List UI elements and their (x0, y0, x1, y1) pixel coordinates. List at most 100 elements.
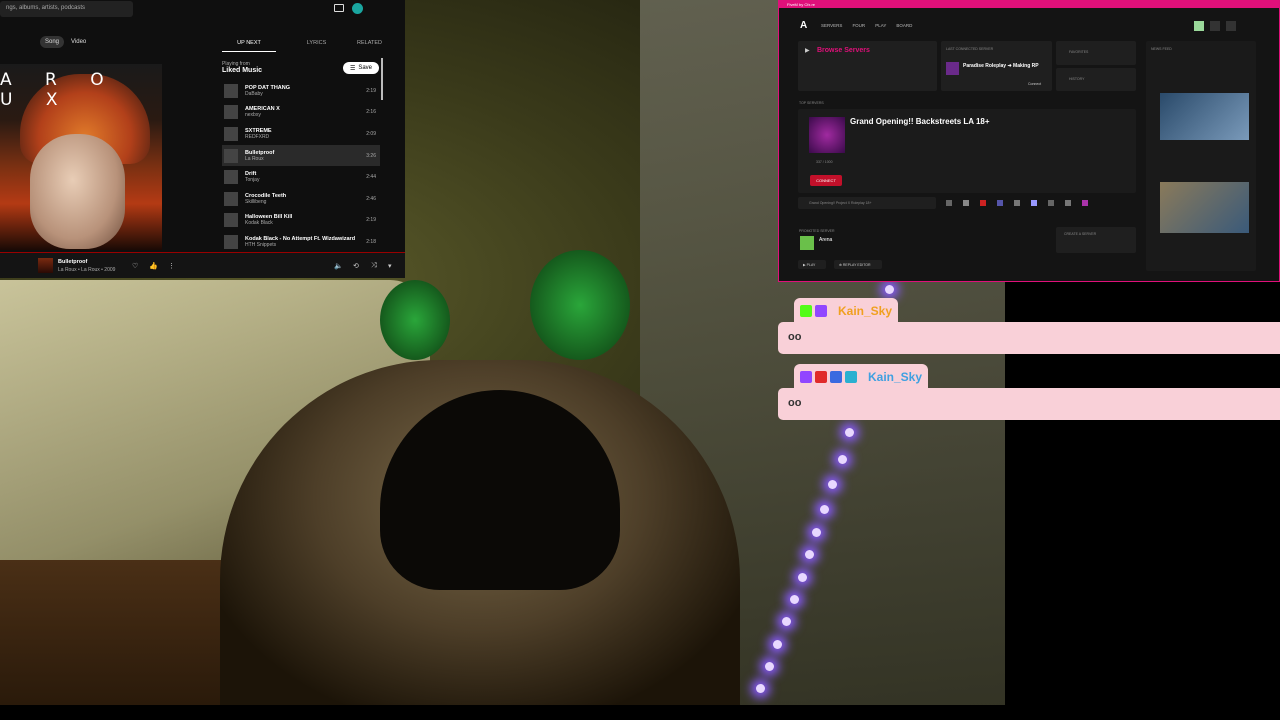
queue-duration: 2:18 (366, 238, 376, 245)
queue-text: SXTREME REDFXRD (245, 128, 366, 140)
queue-row[interactable]: Halloween Bill Kill Kodak Black 2:19 (222, 210, 380, 232)
queue-duration: 2:09 (366, 130, 376, 137)
chat-username: Kain_Sky (868, 370, 923, 384)
save-button[interactable]: ☰ Save (343, 62, 379, 74)
queue-thumbnail (224, 126, 238, 141)
queue-row[interactable]: Bulletproof La Roux 3:26 (222, 144, 380, 167)
queue-artist: HTH Snippets (245, 241, 277, 248)
promo-server-name[interactable]: Arena (819, 237, 832, 243)
filter-icon[interactable] (946, 200, 952, 206)
toggle-song[interactable]: Song (40, 36, 65, 48)
tab-up-next[interactable]: UP NEXT (222, 40, 276, 52)
queue-duration: 2:16 (366, 109, 376, 116)
mic-icon (815, 305, 827, 317)
favorites-card[interactable] (1056, 41, 1136, 65)
play-button-label: ▶ PLAY (803, 263, 816, 267)
chat-username: Kain_Sky (838, 304, 893, 318)
exit-icon[interactable] (1226, 21, 1236, 31)
player-title[interactable]: Bulletproof (58, 259, 87, 265)
queue-duration: 2:19 (366, 217, 376, 224)
featured-server-title: Grand Opening!! Backstreets LA 18+ (850, 117, 990, 126)
fivem-nav: SERVERS FOUR PLAY BOARD (821, 23, 912, 28)
settings-icon[interactable] (1210, 21, 1220, 31)
toggle-video[interactable]: Video (66, 36, 91, 48)
led-light (765, 662, 774, 671)
save-label: Save (358, 65, 373, 71)
connect-button[interactable]: CONNECT (810, 175, 842, 186)
queue-artist: DaBaby (245, 90, 263, 97)
queue-row[interactable]: Kodak Black - No Attempt Ft. Wizdawizard… (222, 231, 380, 253)
cam-headband-ear-left (380, 280, 450, 360)
fivem-top-actions (1194, 21, 1236, 31)
album-art: A R O U X (0, 64, 162, 250)
chat-badge: Kain_Sky (794, 298, 899, 324)
nav-item[interactable]: BOARD (896, 23, 912, 28)
queue-tabs: UP NEXT LYRICS RELATED (222, 40, 382, 52)
stream-layout: ngs, albums, artists, podcasts Song Vide… (0, 0, 1280, 720)
nav-item[interactable]: SERVERS (821, 23, 842, 28)
filter-icon[interactable] (980, 200, 986, 206)
like-icon[interactable]: 👍 (149, 262, 158, 270)
queue-scrollbar[interactable] (381, 58, 383, 100)
promo-server-icon (800, 236, 814, 250)
filter-icon[interactable] (1014, 200, 1020, 206)
led-light (820, 505, 829, 514)
queue-artist: REDFXRD (245, 133, 270, 140)
dislike-icon[interactable]: ♡ (132, 262, 138, 270)
player-subtitle[interactable]: La Roux • La Roux • 2009 (58, 267, 115, 273)
led-light (782, 617, 791, 626)
nav-item[interactable]: FOUR (852, 23, 865, 28)
queue-text: Crocodile Teeth Skillibeng (245, 193, 366, 205)
kick-icon (800, 305, 812, 317)
playlist-name[interactable]: Liked Music (222, 67, 262, 74)
more-icon[interactable]: ⋮ (168, 262, 175, 270)
server-icon (946, 62, 959, 75)
last-connect-button[interactable]: Connect (1028, 82, 1041, 86)
filter-icon[interactable] (1031, 200, 1037, 206)
last-server-name: Paradise Roleplay ➜ Making RP (963, 63, 1039, 69)
queue-artist: Tonjay (245, 177, 260, 184)
featured-players: 337 / 1000 (816, 160, 833, 164)
filter-icon[interactable] (963, 200, 969, 206)
filter-icon[interactable] (1082, 200, 1088, 206)
queue-artist: nexbxy (245, 112, 261, 119)
shuffle-icon[interactable]: ⤨ (371, 262, 377, 270)
filter-icon[interactable] (1048, 200, 1054, 206)
queue-row[interactable]: AMERICAN Xnexbxy 2:16 (222, 102, 380, 124)
queue-row[interactable]: Crocodile Teeth Skillibeng 2:46 (222, 188, 380, 210)
chat-bubble: oo (778, 322, 1280, 354)
filter-icon[interactable] (997, 200, 1003, 206)
create-server-label: CREATE A SERVER (1064, 232, 1097, 236)
promoted-label: PROMOTED SERVER (799, 229, 835, 233)
led-light (798, 573, 807, 582)
led-light (885, 285, 894, 294)
search-input[interactable]: ngs, albums, artists, podcasts (0, 1, 133, 17)
queue-thumbnail (224, 234, 238, 249)
volume-icon[interactable]: 🔈 (334, 262, 343, 270)
repeat-icon[interactable]: ⟲ (353, 262, 359, 270)
queue-row[interactable]: SXTREME REDFXRD 2:09 (222, 123, 380, 145)
tab-lyrics[interactable]: LYRICS (307, 40, 326, 52)
queue-artist: Skillibeng (245, 198, 267, 205)
nav-item[interactable]: PLAY (875, 23, 886, 28)
browse-servers-title[interactable]: Browse Servers (817, 47, 870, 54)
top-servers-label: TOP SERVERS (799, 101, 824, 105)
tab-related[interactable]: RELATED (357, 40, 382, 52)
queue-text: Halloween Bill Kill Kodak Black (245, 214, 366, 226)
queue-artist: Kodak Black (245, 220, 273, 227)
create-server-card[interactable] (1056, 227, 1136, 253)
expand-icon[interactable]: ▾ (388, 262, 392, 270)
history-card[interactable] (1056, 68, 1136, 91)
account-avatar[interactable] (352, 3, 363, 14)
user-avatar[interactable] (1194, 21, 1204, 31)
news-feed-label: NEWS FEED (1151, 47, 1172, 51)
led-light (845, 428, 854, 437)
queue-duration: 2:46 (366, 195, 376, 202)
news-image[interactable] (1160, 93, 1249, 140)
news-image[interactable] (1160, 182, 1249, 233)
filter-icon[interactable] (1065, 200, 1071, 206)
player-bar: Bulletproof La Roux • La Roux • 2009 ♡ 👍… (0, 252, 405, 278)
queue-row[interactable]: POP DAT THANG DaBaby 2:19 (222, 80, 380, 102)
queue-row[interactable]: Drift Tonjay 2:44 (222, 166, 380, 188)
cast-icon[interactable] (334, 4, 344, 12)
